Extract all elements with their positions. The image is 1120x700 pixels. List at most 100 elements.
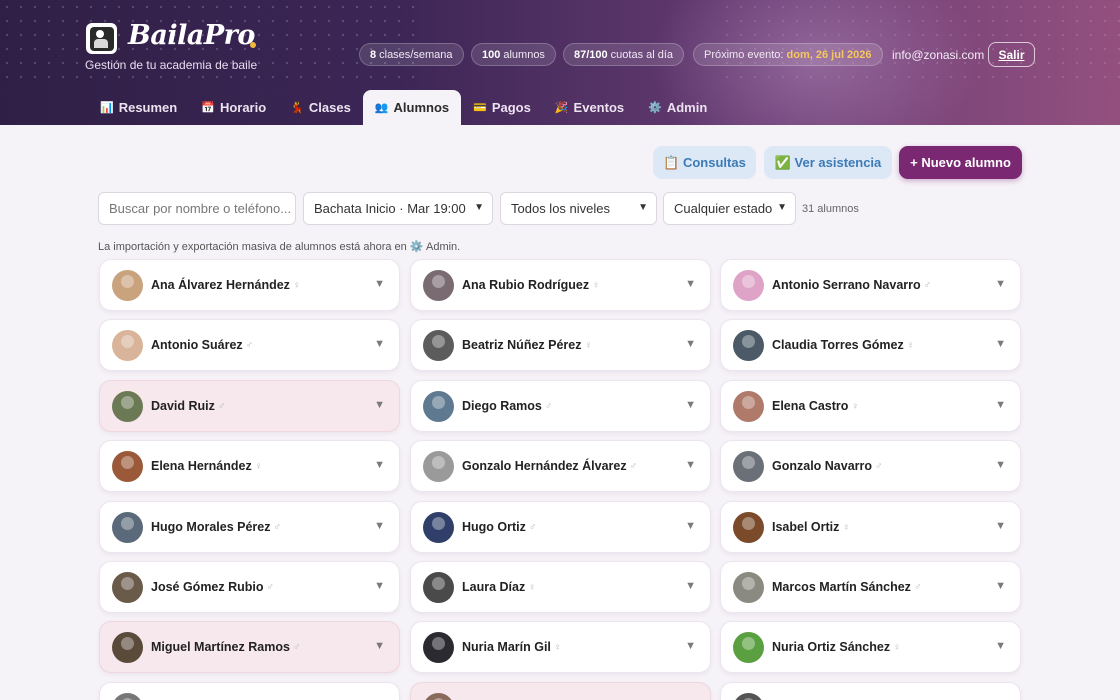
gender-icon: ♀ [842,521,850,533]
expand-chevron-icon[interactable]: ▼ [374,580,385,592]
calendar-icon: 📅 [201,102,215,114]
student-name: Gonzalo Hernández Álvarez [462,459,627,473]
gender-icon: ♀ [893,641,901,653]
student-card[interactable]: Beatriz Núñez Pérez ♀ ▼ [410,319,711,371]
student-card[interactable]: ▼ [720,682,1021,700]
tab-resumen[interactable]: 📊 Resumen [88,90,189,125]
student-card[interactable]: Ana Álvarez Hernández ♀ ▼ [99,259,400,311]
student-card[interactable]: José Gómez Rubio ♂ ▼ [99,561,400,613]
student-card[interactable]: Gonzalo Navarro ♂ ▼ [720,440,1021,492]
brand-name: BailaPro [128,20,255,51]
expand-chevron-icon[interactable]: ▼ [685,338,696,350]
dancer-icon: 💃 [290,102,304,114]
new-student-button[interactable]: + Nuevo alumno [899,146,1022,179]
expand-chevron-icon[interactable]: ▼ [685,520,696,532]
student-name: Nuria Marín Gil [462,640,551,654]
student-card[interactable]: David Ruiz ♂ ▼ [99,380,400,432]
student-card[interactable]: Antonio Serrano Navarro ♂ ▼ [720,259,1021,311]
logout-button[interactable]: Salir [988,42,1035,67]
avatar [733,511,764,543]
search-input[interactable]: Buscar por nombre o teléfono... [98,192,296,225]
student-name: Marcos Martín Sánchez [772,580,911,594]
expand-chevron-icon[interactable]: ▼ [374,278,385,290]
student-name: Gonzalo Navarro [772,459,873,473]
student-name: Antonio Serrano Navarro [772,278,921,292]
avatar [112,329,143,361]
avatar [423,269,454,301]
avatar [733,390,764,422]
gender-icon: ♂ [292,641,301,653]
expand-chevron-icon[interactable]: ▼ [995,459,1006,471]
student-name: José Gómez Rubio [151,580,264,594]
tab-label: Admin [666,100,708,115]
expand-chevron-icon[interactable]: ▼ [685,580,696,592]
avatar [423,329,454,361]
expand-chevron-icon[interactable]: ▼ [374,640,385,652]
student-name: Ana Rubio Rodríguez [462,278,590,292]
student-card[interactable]: Ana Rubio Rodríguez ♀ ▼ [410,259,711,311]
student-card[interactable]: Isabel Ortiz ♀ ▼ [720,501,1021,553]
expand-chevron-icon[interactable]: ▼ [374,520,385,532]
status-select[interactable]: Cualquier estado ▼ [663,192,796,225]
student-card[interactable]: Gonzalo Hernández Álvarez ♂ ▼ [410,440,711,492]
import-notice: La importación y exportación masiva de a… [98,241,461,253]
avatar [423,390,454,422]
brand-tagline: Gestión de tu academia de baile [85,58,258,72]
tab-pagos[interactable]: 💳 Pagos [461,90,543,125]
gender-icon: ♀ [592,279,600,291]
level-select-value: Todos los niveles [511,201,610,216]
student-card[interactable]: ▼ [99,682,400,700]
gender-icon: ♀ [906,339,915,351]
student-card[interactable]: Hugo Ortiz ♂ ▼ [410,501,711,553]
expand-chevron-icon[interactable]: ▼ [685,459,696,471]
expand-chevron-icon[interactable]: ▼ [374,459,385,471]
avatar [112,631,143,663]
expand-chevron-icon[interactable]: ▼ [685,278,696,290]
tab-admin[interactable]: ⚙️ Admin [636,90,719,125]
avatar [423,631,454,663]
consultas-button[interactable]: 📋 Consultas [653,146,756,179]
student-name: Ana Álvarez Hernández [151,278,290,292]
stat-students-badge: 100 alumnos [471,43,556,66]
stat-value: 87/100 [574,48,608,61]
expand-chevron-icon[interactable]: ▼ [995,399,1006,411]
expand-chevron-icon[interactable]: ▼ [374,399,385,411]
tab-clases[interactable]: 💃 Clases [278,90,363,125]
avatar [733,269,764,301]
student-card[interactable]: Elena Hernández ♀ ▼ [99,440,400,492]
student-card[interactable]: ▼ [410,682,711,700]
student-card[interactable]: Nuria Ortiz Sánchez ♀ ▼ [720,621,1021,673]
expand-chevron-icon[interactable]: ▼ [995,338,1006,350]
student-card[interactable]: Elena Castro ♀ ▼ [720,380,1021,432]
class-select[interactable]: Bachata Inicio · Mar 19:00 ▼ [303,192,493,225]
expand-chevron-icon[interactable]: ▼ [374,338,385,350]
avatar [423,450,454,482]
student-card[interactable]: Hugo Morales Pérez ♂ ▼ [99,501,400,553]
gender-icon: ♂ [629,460,638,472]
student-name: Claudia Torres Gómez [772,338,904,352]
tab-eventos[interactable]: 🎉 Eventos [543,90,636,125]
level-select[interactable]: Todos los niveles ▼ [500,192,657,225]
expand-chevron-icon[interactable]: ▼ [685,640,696,652]
expand-chevron-icon[interactable]: ▼ [995,640,1006,652]
avatar [112,390,143,422]
student-card[interactable]: Antonio Suárez ♂ ▼ [99,319,400,371]
expand-chevron-icon[interactable]: ▼ [995,278,1006,290]
student-name: Miguel Martínez Ramos [151,640,290,654]
avatar [112,511,143,543]
gender-icon: ♀ [528,581,536,593]
expand-chevron-icon[interactable]: ▼ [995,520,1006,532]
avatar [733,329,764,361]
student-name: Elena Hernández [151,459,252,473]
attendance-button[interactable]: ✅ Ver asistencia [764,146,892,179]
student-card[interactable]: Marcos Martín Sánchez ♂ ▼ [720,561,1021,613]
student-card[interactable]: Diego Ramos ♂ ▼ [410,380,711,432]
student-card[interactable]: Laura Díaz ♀ ▼ [410,561,711,613]
expand-chevron-icon[interactable]: ▼ [995,580,1006,592]
student-card[interactable]: Nuria Marín Gil ♀ ▼ [410,621,711,673]
student-card[interactable]: Claudia Torres Gómez ♀ ▼ [720,319,1021,371]
tab-horario[interactable]: 📅 Horario [189,90,278,125]
student-card[interactable]: Miguel Martínez Ramos ♂ ▼ [99,621,400,673]
expand-chevron-icon[interactable]: ▼ [685,399,696,411]
tab-alumnos[interactable]: 👥 Alumnos [362,90,462,125]
